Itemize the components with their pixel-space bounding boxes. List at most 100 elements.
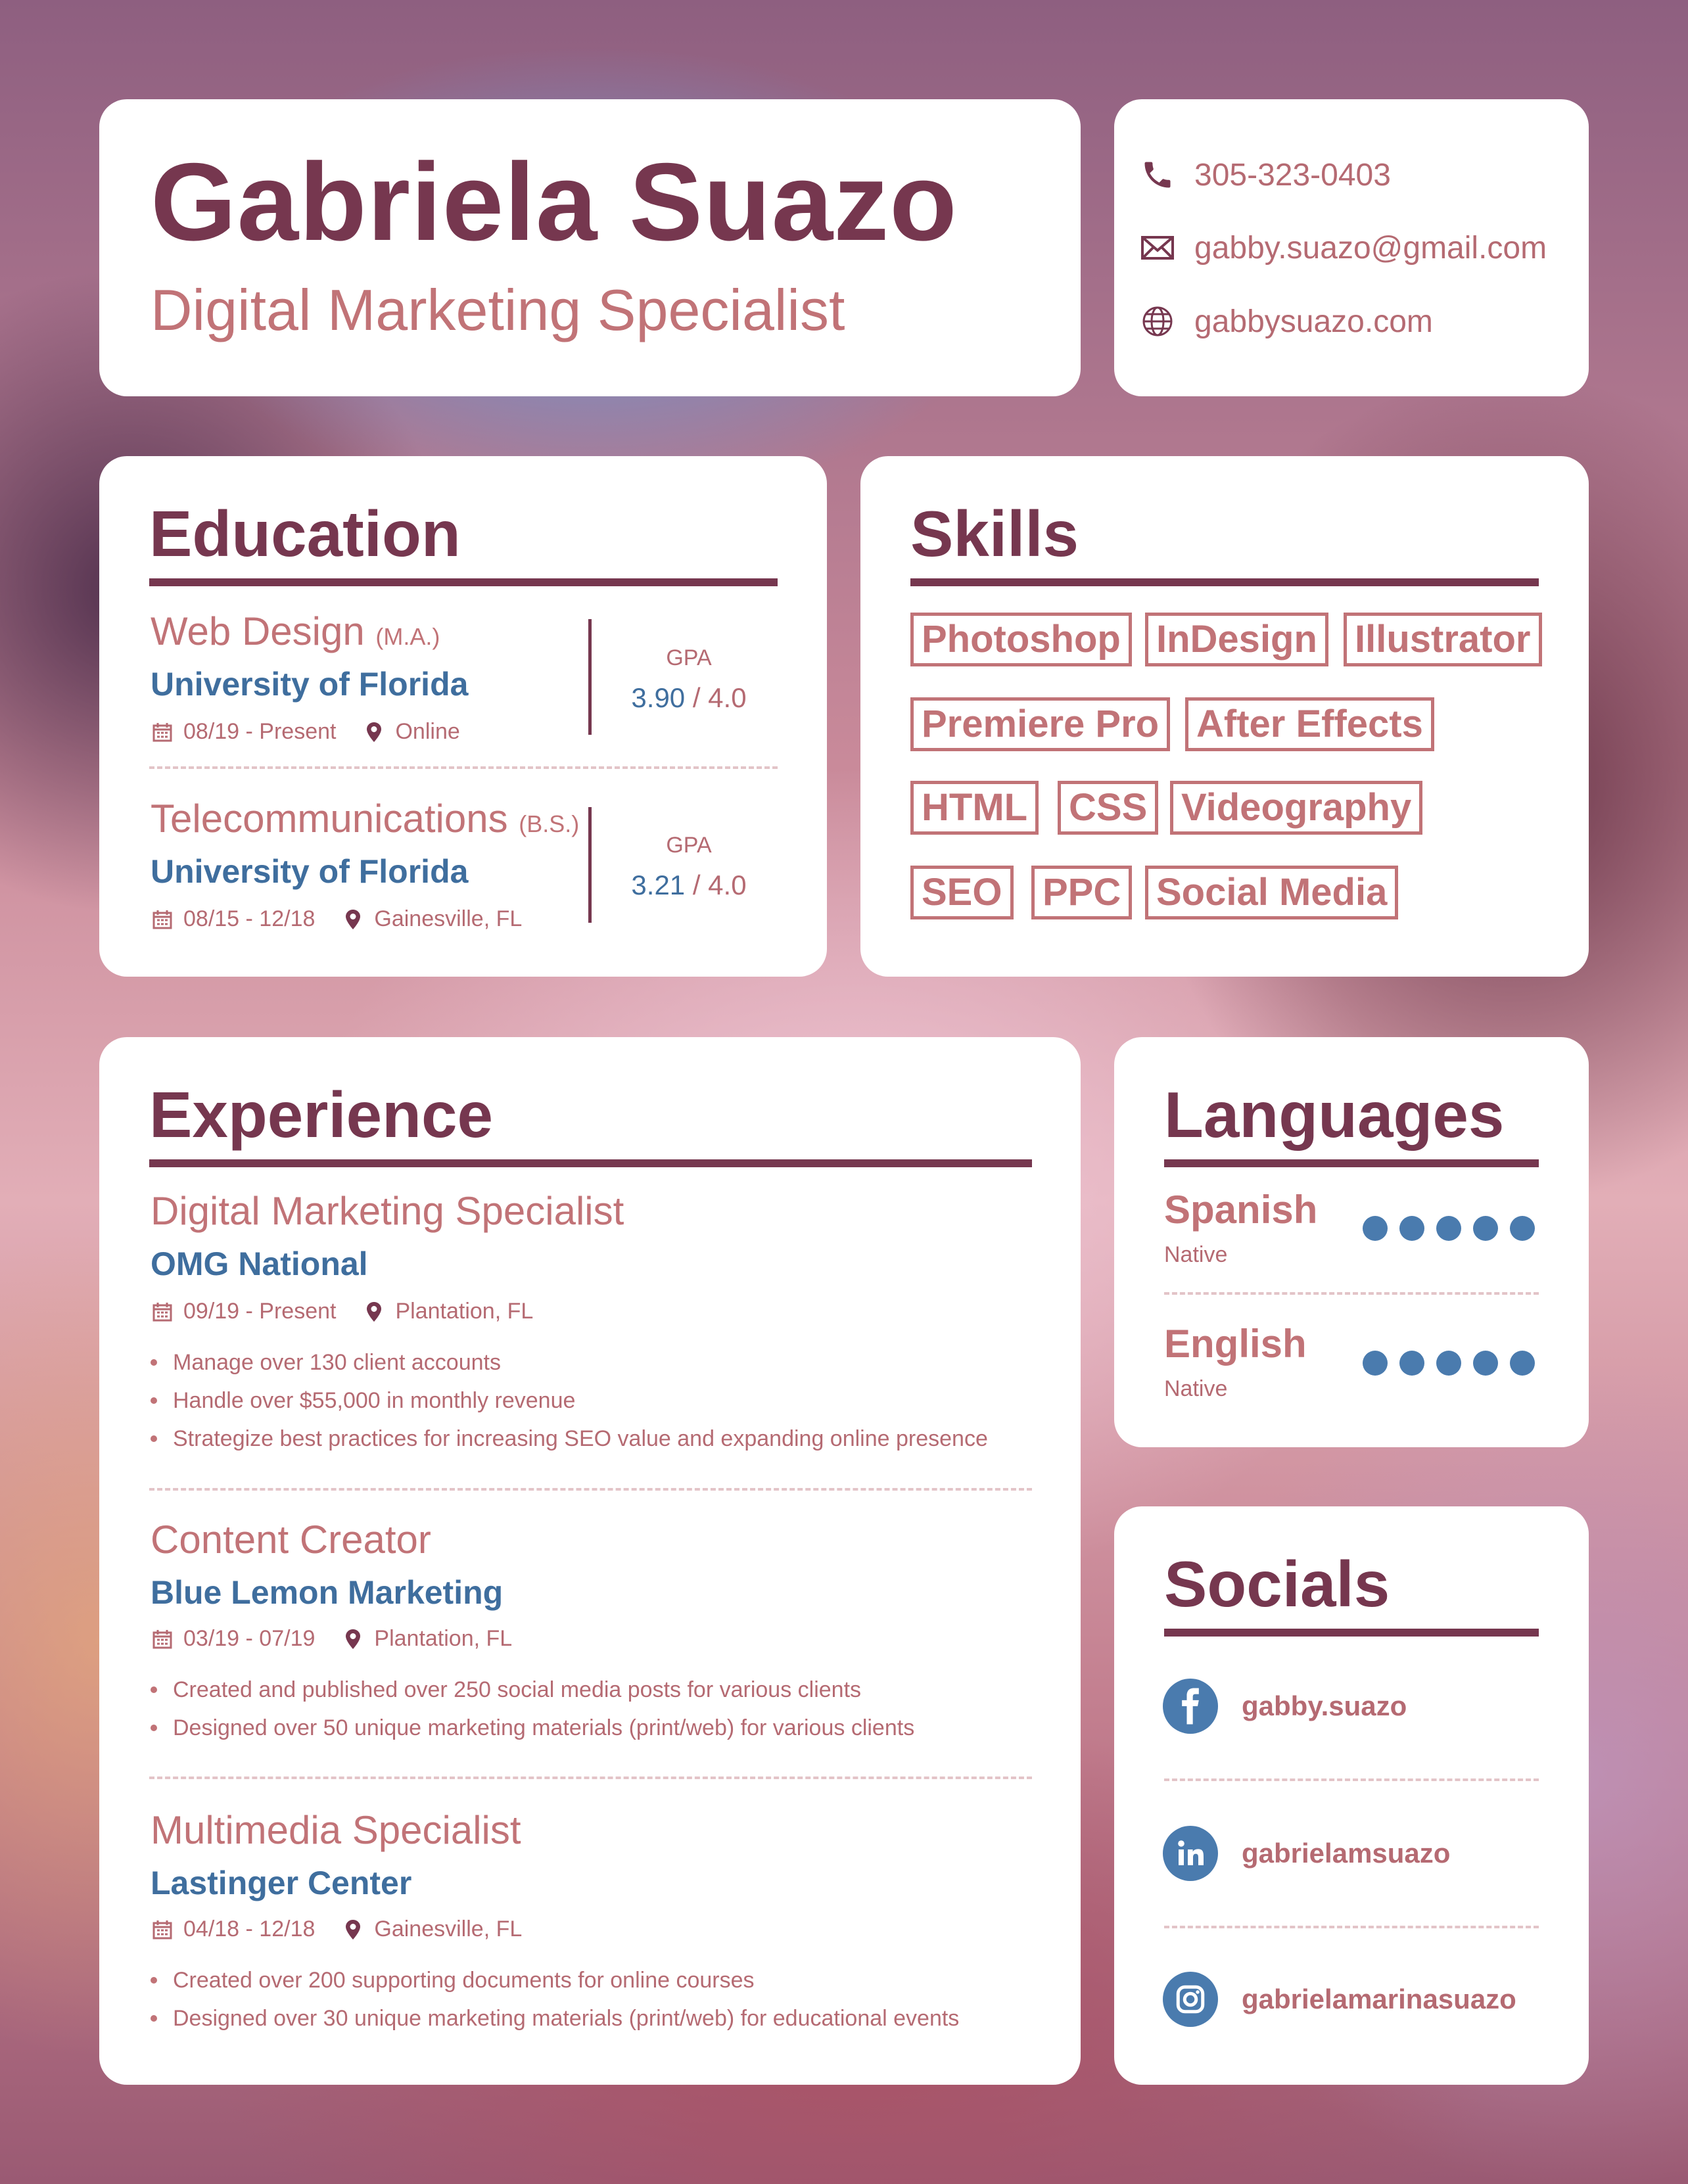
job-meta: 09/19 - Present Plantation, FL <box>151 1299 533 1324</box>
skill-tag: PPC <box>1031 866 1133 919</box>
job-bullets: Manage over 130 client accounts Handle o… <box>151 1343 988 1458</box>
calendar-icon <box>151 908 174 931</box>
job-meta: 04/18 - 12/18 Gainesville, FL <box>151 1917 522 1942</box>
skill-tag: Premiere Pro <box>910 697 1171 751</box>
language-level: Native <box>1164 1376 1228 1401</box>
experience-divider <box>149 1777 1032 1779</box>
skill-tag: CSS <box>1058 781 1159 835</box>
experience-heading: Experience <box>149 1079 493 1151</box>
job-company: Blue Lemon Marketing <box>151 1574 504 1611</box>
job-title: Content Creator <box>151 1518 431 1562</box>
calendar-icon <box>151 1918 174 1941</box>
languages-divider <box>1164 1292 1539 1295</box>
languages-heading: Languages <box>1164 1079 1505 1151</box>
socials-rule <box>1164 1629 1539 1637</box>
skill-tag: Videography <box>1170 781 1423 835</box>
education-school: University of Florida <box>151 666 469 703</box>
skills-heading: Skills <box>910 498 1079 570</box>
socials-divider <box>1164 1926 1539 1928</box>
rating-dot <box>1363 1216 1388 1241</box>
education-rule <box>149 578 778 586</box>
location-pin-icon <box>341 908 365 931</box>
bullet-item: Created over 200 supporting documents fo… <box>151 1961 959 1999</box>
location-pin-icon <box>341 1627 365 1651</box>
location-pin-icon <box>362 720 386 744</box>
education-divider <box>149 766 778 769</box>
bullet-item: Created and published over 250 social me… <box>151 1671 914 1709</box>
job-meta: 03/19 - 07/19 Plantation, FL <box>151 1626 512 1652</box>
header-card: Gabriela Suazo Digital Marketing Special… <box>99 99 1081 396</box>
phone-number: 305-323-0403 <box>1194 157 1391 193</box>
socials-heading: Socials <box>1164 1548 1390 1620</box>
instagram-icon <box>1163 1972 1218 2027</box>
rating-dot <box>1436 1351 1461 1376</box>
gpa-label: GPA <box>666 645 712 670</box>
socials-card: Socials gabby.suazo gabrielamsuazo gabri… <box>1114 1506 1589 2085</box>
job-title: Multimedia Specialist <box>151 1808 521 1852</box>
skills-rule <box>910 578 1539 586</box>
job-company: Lastinger Center <box>151 1865 412 1901</box>
candidate-name: Gabriela Suazo <box>151 140 958 264</box>
education-degree: Telecommunications (B.S.) <box>151 797 580 841</box>
phone-icon <box>1139 156 1176 193</box>
experience-rule <box>149 1159 1032 1167</box>
job-bullets: Created over 200 supporting documents fo… <box>151 1961 959 2037</box>
bullet-item: Handle over $55,000 in monthly revenue <box>151 1382 988 1420</box>
bullet-item: Designed over 50 unique marketing materi… <box>151 1709 914 1747</box>
bullet-item: Strategize best practices for increasing… <box>151 1420 988 1458</box>
contact-email[interactable]: gabby.suazo@gmail.com <box>1139 225 1547 271</box>
language-name: Spanish <box>1164 1188 1318 1232</box>
skills-card: Skills Photoshop InDesign Illustrator Pr… <box>860 456 1589 977</box>
gpa-value: 3.21 / 4.0 <box>631 870 747 900</box>
skill-tag: Photoshop <box>910 613 1132 666</box>
education-card: Education Web Design (M.A.) University o… <box>99 456 827 977</box>
social-linkedin[interactable]: gabrielamsuazo <box>1163 1826 1450 1881</box>
education-meta: 08/19 - Present Online <box>151 719 460 745</box>
calendar-icon <box>151 720 174 744</box>
rating-dot <box>1473 1216 1498 1241</box>
skill-tag: InDesign <box>1145 613 1328 666</box>
gpa-divider <box>588 619 592 735</box>
social-handle: gabrielamarinasuazo <box>1242 1984 1516 2014</box>
rating-dot <box>1473 1351 1498 1376</box>
language-rating <box>1351 1351 1535 1376</box>
rating-dot <box>1399 1216 1424 1241</box>
linkedin-icon <box>1163 1826 1218 1881</box>
job-bullets: Created and published over 250 social me… <box>151 1671 914 1747</box>
globe-icon <box>1139 303 1176 340</box>
email-address: gabby.suazo@gmail.com <box>1194 230 1547 266</box>
social-handle: gabby.suazo <box>1242 1690 1407 1721</box>
rating-dot <box>1436 1216 1461 1241</box>
website-url: gabbysuazo.com <box>1194 304 1433 339</box>
skill-tag: Illustrator <box>1344 613 1542 666</box>
location-pin-icon <box>341 1918 365 1941</box>
education-meta: 08/15 - 12/18 Gainesville, FL <box>151 906 522 932</box>
job-company: OMG National <box>151 1245 368 1282</box>
skill-tag: HTML <box>910 781 1039 835</box>
location-pin-icon <box>362 1300 386 1324</box>
candidate-title: Digital Marketing Specialist <box>151 277 845 342</box>
social-handle: gabrielamsuazo <box>1242 1838 1451 1869</box>
gpa-value: 3.90 / 4.0 <box>631 682 747 713</box>
language-rating <box>1351 1216 1535 1241</box>
languages-card: Languages Spanish Native English Native <box>1114 1037 1589 1447</box>
socials-divider <box>1164 1778 1539 1781</box>
rating-dot <box>1363 1351 1388 1376</box>
calendar-icon <box>151 1300 174 1324</box>
education-heading: Education <box>149 498 461 570</box>
education-school: University of Florida <box>151 853 469 890</box>
job-title: Digital Marketing Specialist <box>151 1189 624 1233</box>
experience-divider <box>149 1488 1032 1491</box>
skill-tag: SEO <box>910 866 1014 919</box>
rating-dot <box>1510 1216 1535 1241</box>
social-instagram[interactable]: gabrielamarinasuazo <box>1163 1972 1516 2027</box>
experience-card: Experience Digital Marketing Specialist … <box>99 1037 1081 2085</box>
contact-phone[interactable]: 305-323-0403 <box>1139 152 1391 198</box>
gpa-divider <box>588 807 592 923</box>
language-name: English <box>1164 1322 1307 1366</box>
social-facebook[interactable]: gabby.suazo <box>1163 1679 1407 1734</box>
bullet-item: Designed over 30 unique marketing materi… <box>151 1999 959 2037</box>
contact-website[interactable]: gabbysuazo.com <box>1139 298 1433 344</box>
facebook-icon <box>1163 1679 1218 1734</box>
education-degree: Web Design (M.A.) <box>151 609 440 653</box>
